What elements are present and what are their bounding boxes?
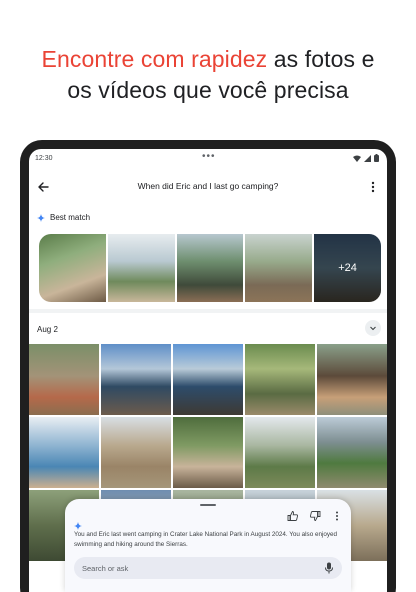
feedback-actions: [287, 509, 343, 521]
search-bar[interactable]: [74, 557, 342, 579]
app-bar: When did Eric and I last go camping?: [29, 175, 387, 199]
sparkle-icon: [74, 522, 82, 530]
date-header: Aug 2: [37, 325, 58, 334]
headline-highlight: Encontre com rapidez: [41, 46, 268, 72]
sparkle-icon: [37, 213, 45, 222]
search-query-title: When did Eric and I last go camping?: [137, 181, 279, 191]
status-time: 12:30: [35, 155, 53, 162]
more-vert-icon[interactable]: [331, 509, 343, 521]
photo-thumbnail[interactable]: [176, 234, 244, 302]
more-vert-icon[interactable]: [365, 179, 381, 195]
tablet-screen: 12:30 ••• When did Eric and I last go ca…: [29, 149, 387, 592]
thumbs-up-icon[interactable]: [287, 509, 299, 521]
photo-thumbnail[interactable]: [245, 234, 313, 302]
photo-thumbnail[interactable]: [101, 344, 171, 415]
status-bar: 12:30 •••: [29, 149, 387, 169]
signal-icon: [364, 154, 371, 162]
back-arrow-icon[interactable]: [35, 179, 51, 195]
more-photos-tile[interactable]: +24: [314, 234, 381, 302]
wifi-icon: [353, 155, 361, 162]
status-icons: [353, 154, 379, 162]
search-input[interactable]: [82, 557, 312, 579]
photo-thumbnail[interactable]: [245, 344, 315, 415]
more-photos-count: +24: [314, 234, 381, 302]
promo-headline: Encontre com rapidez as fotos e os vídeo…: [0, 44, 416, 106]
photo-thumbnail[interactable]: [39, 234, 106, 302]
best-match-header: Best match: [37, 213, 90, 222]
photo-thumbnail[interactable]: [29, 344, 99, 415]
chevron-down-icon: [370, 326, 376, 331]
expand-section-button[interactable]: [365, 320, 381, 336]
ai-answer-text: You and Eric last went camping in Crater…: [74, 531, 338, 548]
answer-sheet: You and Eric last went camping in Crater…: [65, 499, 351, 592]
drag-handle[interactable]: [200, 504, 216, 506]
mic-icon[interactable]: [324, 562, 334, 574]
photo-thumbnail[interactable]: [173, 344, 243, 415]
headline-rest: as fotos e: [267, 46, 375, 72]
battery-icon: [374, 154, 379, 162]
section-divider: [29, 309, 387, 313]
photo-thumbnail[interactable]: [317, 344, 387, 415]
photo-thumbnail[interactable]: [245, 417, 315, 488]
best-match-label: Best match: [50, 213, 91, 222]
camera-dots-icon: •••: [202, 151, 216, 162]
photo-thumbnail[interactable]: [317, 417, 387, 488]
photo-thumbnail[interactable]: [173, 417, 243, 488]
photo-thumbnail[interactable]: [107, 234, 175, 302]
thumbs-down-icon[interactable]: [309, 509, 321, 521]
photo-thumbnail[interactable]: [101, 417, 171, 488]
best-match-strip: +24: [39, 234, 381, 302]
headline-line2: os vídeos que você precisa: [67, 77, 349, 103]
photo-thumbnail[interactable]: [29, 417, 99, 488]
